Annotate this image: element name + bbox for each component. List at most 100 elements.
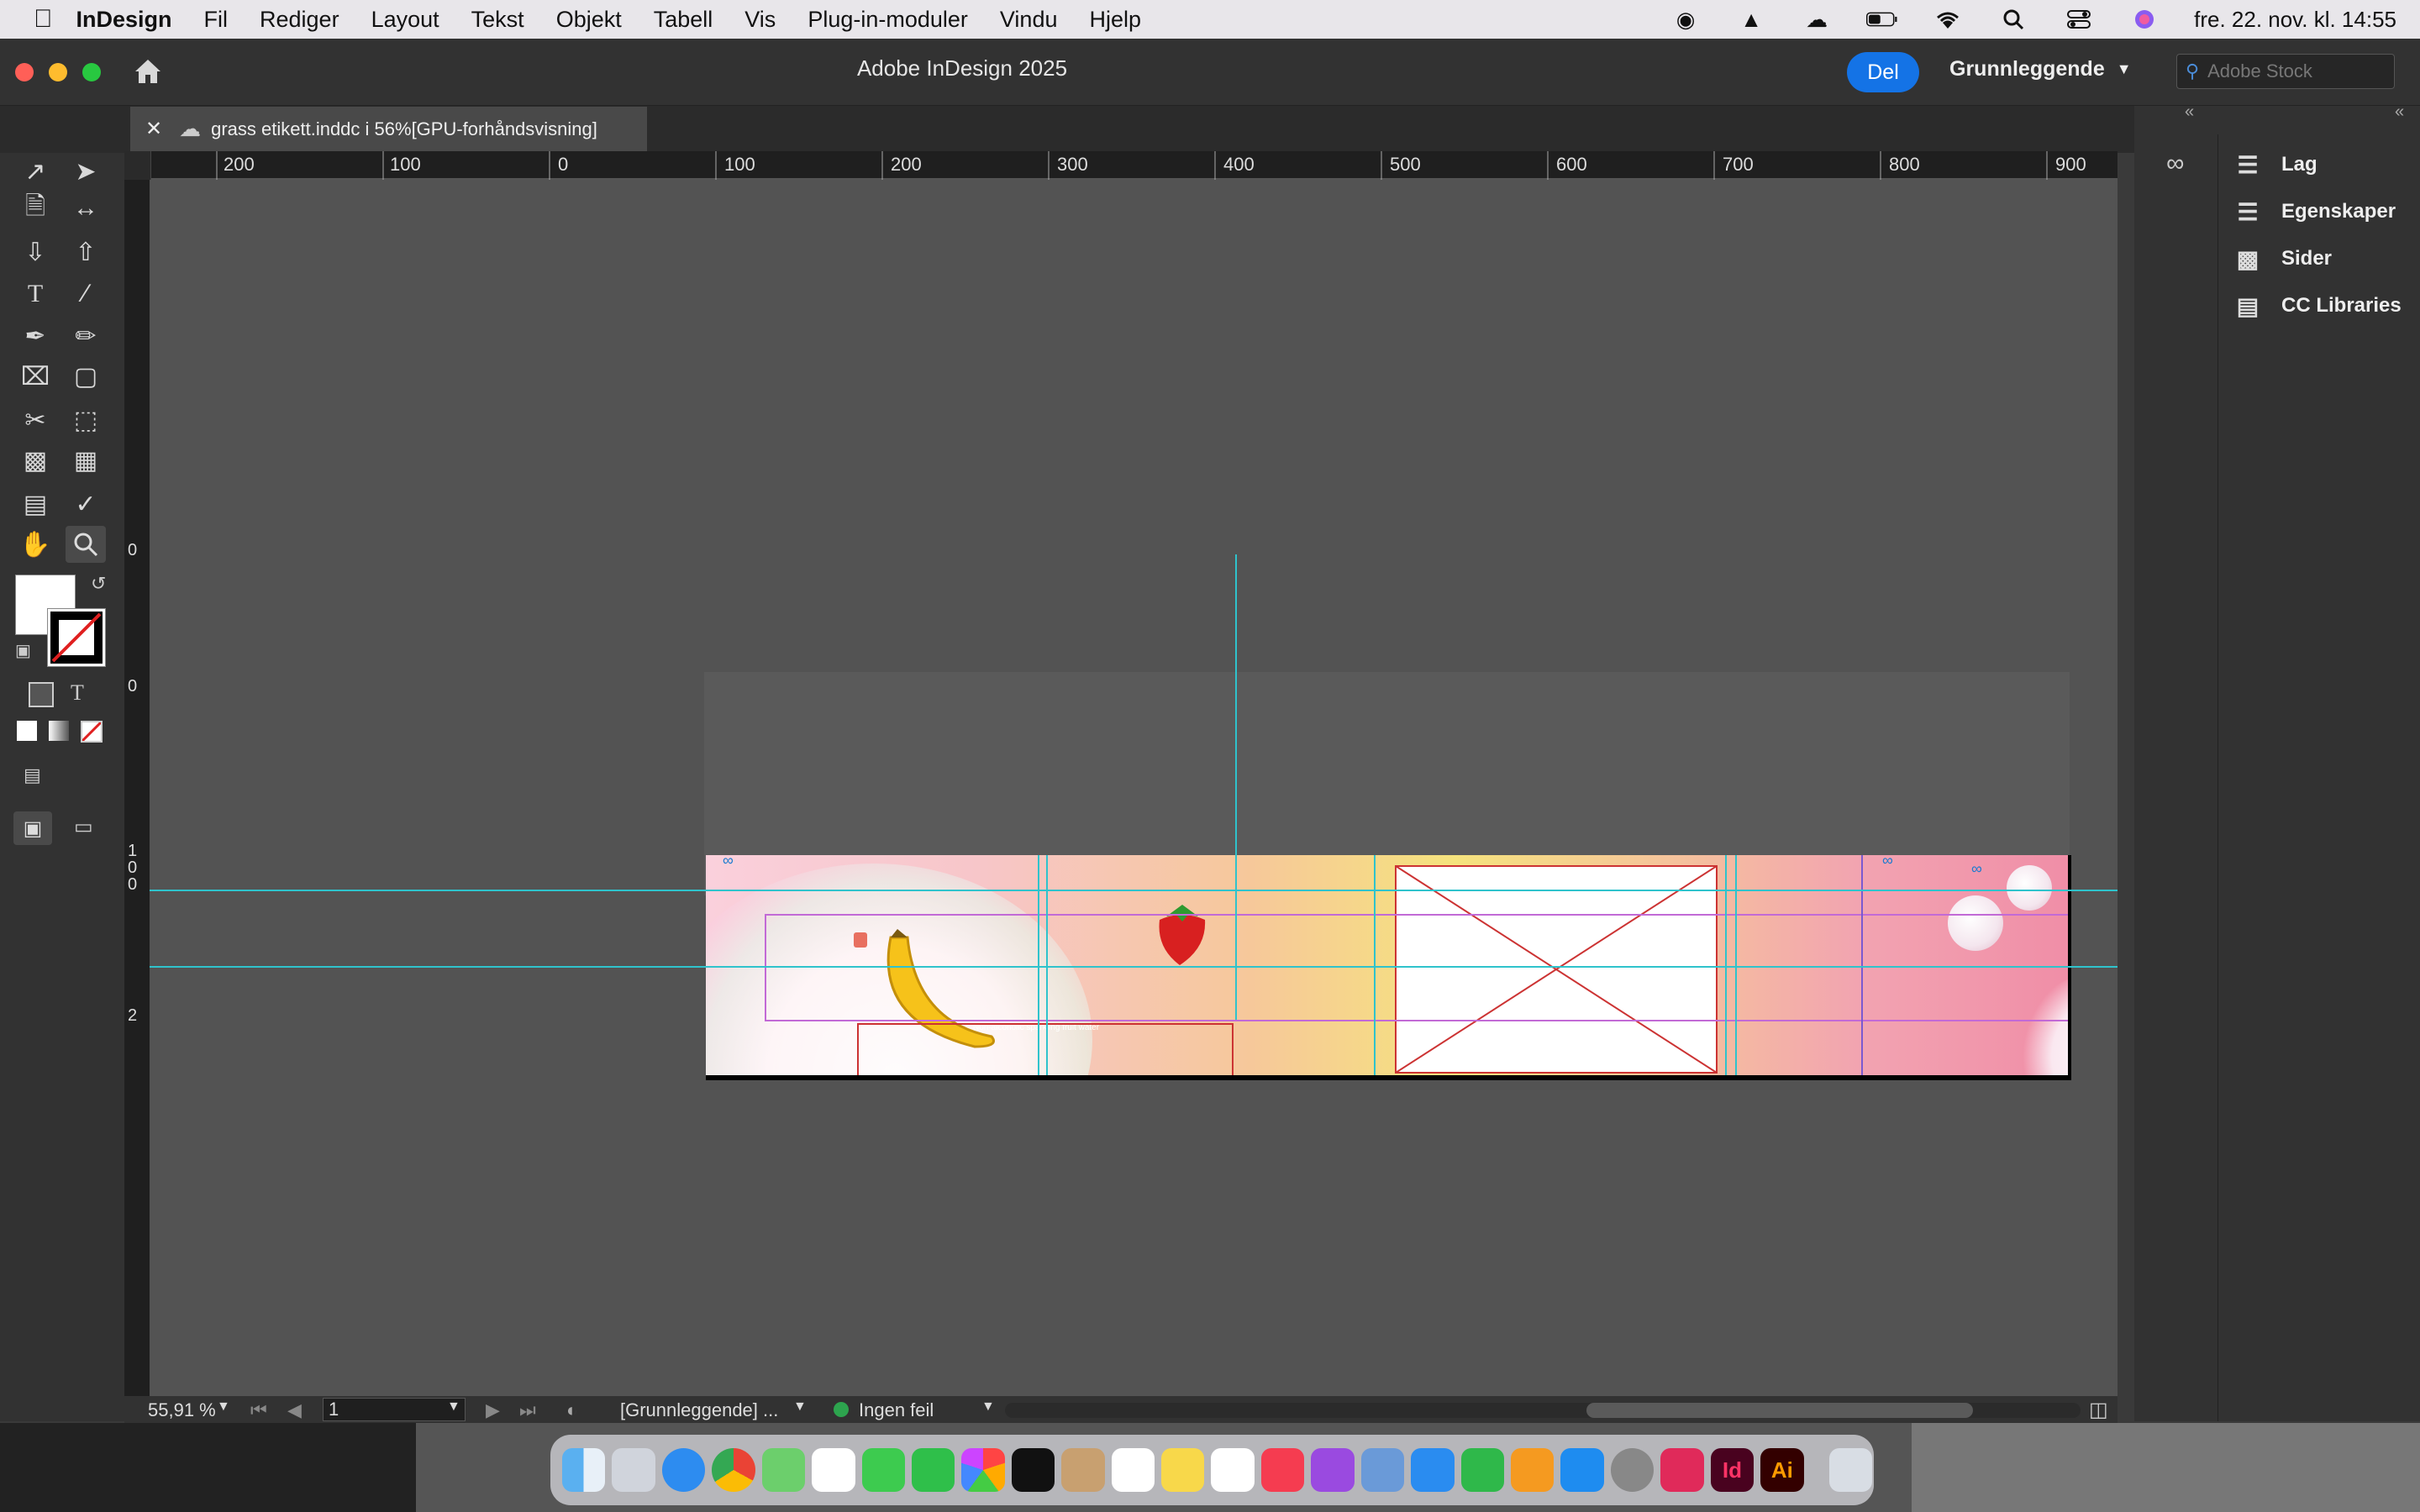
indesign-icon[interactable]: Id — [1710, 1448, 1754, 1492]
ruler-guide[interactable] — [1235, 554, 1237, 1020]
menu-rediger[interactable]: Rediger — [260, 7, 339, 33]
preflight-status-text[interactable]: Ingen feil — [859, 1399, 934, 1421]
menu-vis[interactable]: Vis — [744, 7, 776, 33]
chrome-icon[interactable] — [712, 1448, 755, 1492]
workspace-switcher[interactable]: Grunnleggende ▼ — [1949, 57, 2132, 81]
link-icon[interactable]: ∞ — [1882, 855, 1893, 869]
stroke-swatch[interactable] — [47, 608, 106, 667]
close-tab-icon[interactable]: ✕ — [145, 117, 162, 141]
home-icon[interactable] — [133, 57, 163, 90]
keynote-icon[interactable] — [1411, 1448, 1455, 1492]
photos-icon[interactable] — [961, 1448, 1005, 1492]
pencil-tool-icon[interactable]: ✏ — [66, 318, 106, 354]
link-icon[interactable]: ∞ — [723, 855, 734, 869]
messages-icon[interactable] — [861, 1448, 905, 1492]
screen-mode-preview-icon[interactable]: ▭ — [74, 815, 93, 839]
hand-tool-icon[interactable]: ✋ — [15, 526, 55, 563]
finder-icon[interactable] — [562, 1448, 606, 1492]
freeform-icon[interactable] — [1211, 1448, 1255, 1492]
text-frame[interactable] — [765, 914, 2068, 1021]
expand-panels-icon[interactable]: « — [2395, 102, 2404, 122]
chevron-down-icon[interactable]: ▼ — [981, 1399, 995, 1415]
split-view-icon[interactable]: ◫ — [2089, 1398, 2108, 1422]
zoom-window-button[interactable] — [82, 63, 101, 81]
rectangle-tool-icon[interactable]: ▢ — [66, 358, 106, 395]
siri-icon[interactable] — [2128, 7, 2160, 32]
page-tool-icon[interactable]: 🗎 — [15, 190, 55, 227]
type-tool-icon[interactable]: T — [15, 276, 55, 312]
control-center-icon[interactable] — [2063, 7, 2095, 32]
panel-lag[interactable]: ☰ Lag — [2231, 141, 2317, 188]
note-tool-icon[interactable]: ▤ — [15, 486, 55, 522]
maps-icon[interactable] — [761, 1448, 806, 1492]
notes-icon[interactable] — [1161, 1448, 1205, 1492]
default-fill-stroke-icon[interactable]: ▣ — [15, 640, 31, 661]
panel-sider[interactable]: ▩ Sider — [2231, 235, 2332, 282]
document-tab[interactable]: ✕ ☁ grass etikett.inddc i 56%[GPU-forhån… — [130, 107, 647, 151]
close-window-button[interactable] — [15, 63, 34, 81]
menu-tabell[interactable]: Tabell — [654, 7, 713, 33]
pen-tool-icon[interactable]: ✒ — [15, 318, 55, 354]
view-mode-icon[interactable]: ▤ — [24, 764, 41, 786]
minimize-window-button[interactable] — [49, 63, 67, 81]
swap-fill-stroke-icon[interactable]: ↺ — [91, 573, 106, 595]
battery-icon[interactable] — [1866, 7, 1898, 32]
apple-icon[interactable]:  — [34, 5, 53, 34]
chevron-down-icon[interactable]: ▼ — [793, 1399, 807, 1415]
formatting-text-icon[interactable]: T — [71, 680, 84, 706]
apple-tv-icon[interactable] — [1011, 1448, 1055, 1492]
wifi-icon[interactable] — [1932, 7, 1964, 32]
apply-color-icon[interactable] — [17, 721, 37, 741]
cloud-icon[interactable]: ☁ — [1801, 7, 1833, 32]
ruler-guide[interactable] — [150, 966, 2118, 968]
master-page-field[interactable]: [Grunnleggende] ... — [620, 1399, 778, 1421]
gradient-feather-tool-icon[interactable]: ▦ — [66, 442, 106, 479]
launchpad-icon[interactable] — [612, 1448, 655, 1492]
direct-selection-tool-icon[interactable]: ➤ — [66, 153, 106, 190]
reminders-icon[interactable] — [1111, 1448, 1155, 1492]
vertical-ruler[interactable]: 0 0 1 0 0 2 — [124, 180, 150, 1421]
line-tool-icon[interactable]: ∕ — [66, 276, 106, 312]
spotlight-search-icon[interactable] — [1997, 7, 2029, 32]
pasteboard[interactable]: Non-alcoholic sparkling fruit water ∞ ∞ … — [150, 180, 2118, 1421]
page-number-field[interactable]: 1 — [323, 1398, 466, 1421]
calendar-icon[interactable] — [812, 1448, 855, 1492]
menu-layout[interactable]: Layout — [371, 7, 439, 33]
formatting-container-icon[interactable] — [29, 682, 54, 707]
free-transform-tool-icon[interactable]: ⬚ — [66, 402, 106, 438]
safari-icon[interactable] — [661, 1448, 706, 1492]
app-store-icon[interactable] — [1560, 1448, 1604, 1492]
gradient-swatch-tool-icon[interactable]: ▩ — [15, 442, 55, 479]
pages-icon[interactable] — [1511, 1448, 1555, 1492]
menubar-clock[interactable]: fre. 22. nov. kl. 14:55 — [2194, 7, 2396, 33]
system-settings-icon[interactable] — [1610, 1448, 1655, 1492]
illustrator-icon[interactable]: Ai — [1760, 1448, 1804, 1492]
share-button[interactable]: Del — [1847, 52, 1919, 92]
master-page-icon[interactable]: ◐ — [566, 1399, 577, 1421]
menu-fil[interactable]: Fil — [204, 7, 229, 33]
acrobat-icon[interactable]: ▲ — [1735, 7, 1767, 32]
scrollbar-thumb[interactable] — [1586, 1403, 1973, 1418]
horizontal-ruler[interactable]: 200 100 0 100 200 300 400 500 600 700 80… — [124, 151, 2118, 180]
contacts-icon[interactable] — [1061, 1448, 1105, 1492]
apply-gradient-icon[interactable] — [49, 721, 69, 741]
link-icon[interactable]: ∞ — [1971, 860, 1982, 878]
podcasts-icon[interactable] — [1311, 1448, 1355, 1492]
horizontal-scrollbar[interactable] — [1005, 1403, 2081, 1418]
menu-hjelp[interactable]: Hjelp — [1089, 7, 1141, 33]
content-collector-icon[interactable]: ⇩ — [15, 234, 55, 270]
chevron-down-icon[interactable]: ▼ — [447, 1399, 460, 1415]
zoom-level-field[interactable]: 55,91 % — [148, 1399, 216, 1421]
creative-cloud-icon[interactable]: ◉ — [1670, 7, 1702, 32]
small-bubble-image[interactable] — [2007, 865, 2052, 911]
apply-none-icon[interactable] — [81, 721, 103, 743]
first-page-icon[interactable]: ⏮ — [250, 1399, 267, 1421]
collapse-panels-icon[interactable]: « — [2185, 102, 2194, 122]
text-frame[interactable] — [857, 1023, 1234, 1075]
scissors-tool-icon[interactable]: ✂ — [15, 402, 55, 438]
ruler-origin[interactable] — [124, 151, 151, 180]
preview-icon[interactable] — [1360, 1448, 1405, 1492]
links-panel-icon[interactable]: ∞ — [2166, 150, 2184, 178]
eyedropper-tool-icon[interactable]: ✓ — [66, 486, 106, 522]
menu-tekst[interactable]: Tekst — [471, 7, 524, 33]
